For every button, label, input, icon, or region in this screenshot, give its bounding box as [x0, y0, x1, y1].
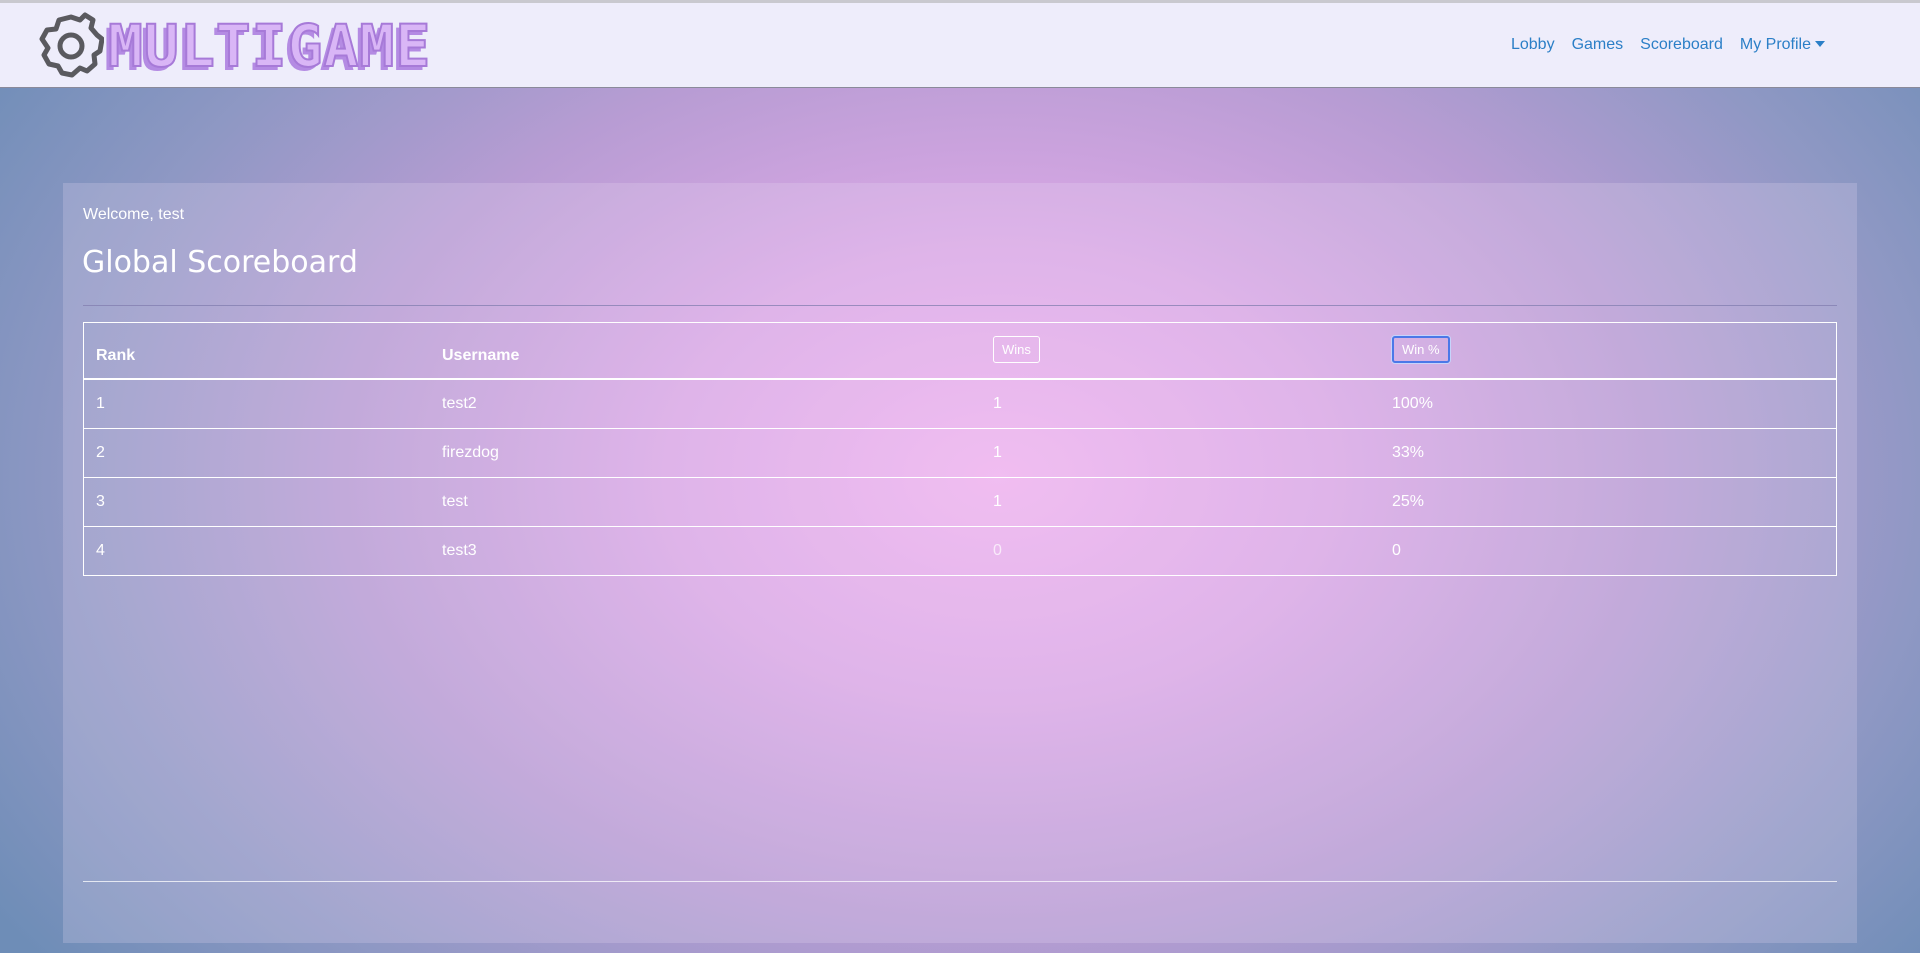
win-pct-cell: 25%	[1392, 493, 1425, 510]
win-pct-cell: 0	[1392, 542, 1401, 559]
rank-cell: 2	[96, 444, 105, 461]
gear-logo-icon	[39, 12, 104, 78]
content-panel: Welcome, test Global Scoreboard Rank Use…	[63, 183, 1857, 943]
my-profile-label: My Profile	[1739, 36, 1811, 53]
title-divider	[83, 305, 1837, 306]
rank-cell: 4	[96, 542, 105, 559]
table-row: 4 test3 0 0	[84, 526, 1836, 575]
sort-by-win-pct-button[interactable]: Win %	[1392, 336, 1450, 363]
win-pct-cell: 33%	[1392, 444, 1425, 461]
footer-divider	[83, 881, 1837, 882]
rank-cell: 3	[96, 493, 105, 510]
table-row: 2 firezdog 1 33%	[84, 428, 1836, 477]
column-header-wins-cell: Wins	[993, 323, 1040, 378]
sort-by-wins-button[interactable]: Wins	[993, 336, 1040, 363]
wins-cell: 1	[993, 444, 1002, 461]
caret-down-icon	[1815, 41, 1825, 47]
win-pct-cell: 100%	[1392, 395, 1433, 412]
nav-link-games[interactable]: Games	[1572, 36, 1624, 54]
column-header-win-pct-cell: Win %	[1392, 323, 1450, 378]
username-cell: firezdog	[442, 444, 499, 461]
brand-logo-text: MULTIGAME	[107, 12, 432, 80]
column-header-rank: Rank	[96, 346, 136, 364]
table-row: 3 test 1 25%	[84, 477, 1836, 526]
scoreboard-table: Rank Username Wins Win % 1 test2 1 100% …	[83, 322, 1837, 576]
wins-cell: 0	[993, 542, 1002, 559]
nav-links: Lobby Games Scoreboard My Profile	[1494, 36, 1825, 54]
column-header-username: Username	[442, 346, 520, 364]
rank-cell: 1	[96, 395, 105, 412]
table-header-row: Rank Username Wins Win %	[84, 323, 1836, 379]
nav-link-lobby[interactable]: Lobby	[1511, 36, 1555, 54]
page-title: Global Scoreboard	[82, 245, 358, 280]
welcome-message: Welcome, test	[83, 206, 185, 223]
wins-cell: 1	[993, 395, 1002, 412]
nav-link-scoreboard[interactable]: Scoreboard	[1640, 36, 1723, 54]
brand-logo[interactable]: MULTIGAME	[38, 11, 431, 81]
username-cell: test	[442, 493, 468, 510]
table-row: 1 test2 1 100%	[84, 379, 1836, 428]
wins-cell: 1	[993, 493, 1002, 510]
nav-dropdown-my-profile[interactable]: My Profile	[1740, 36, 1825, 54]
username-cell: test2	[442, 395, 477, 412]
username-cell: test3	[442, 542, 477, 559]
navbar: MULTIGAME Lobby Games Scoreboard My Prof…	[0, 3, 1920, 88]
